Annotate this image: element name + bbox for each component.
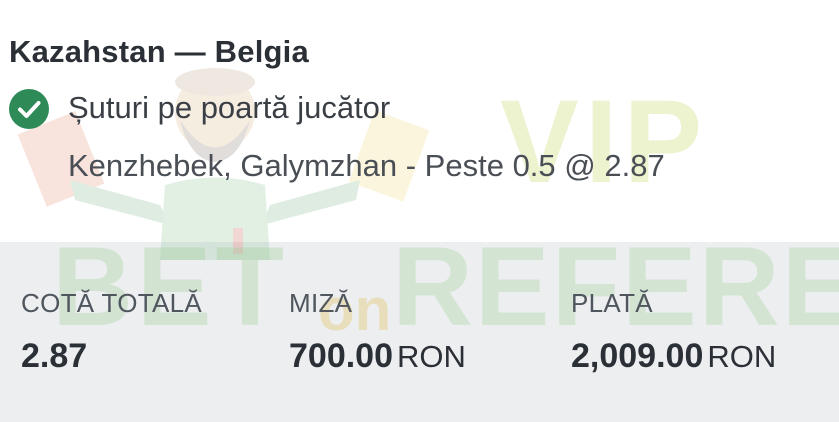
- check-circle-icon: [9, 89, 49, 129]
- bet-slip-card: VIP BET on REFEREE Kazahstan — Belgia Șu…: [0, 0, 839, 422]
- stake-amount: 700.00: [289, 337, 393, 375]
- stake-label: MIZĂ: [289, 288, 353, 318]
- payout-label: PLATĂ: [571, 288, 653, 318]
- payout-amount: 2,009.00: [571, 337, 704, 375]
- payout-currency: RON: [707, 339, 777, 374]
- bet-summary-section: [0, 242, 839, 422]
- total-odds-value: 2.87: [21, 337, 87, 376]
- bet-selection: Kenzhebek, Galymzhan - Peste 0.5 @ 2.87: [68, 148, 665, 183]
- stake-value: 700.00 RON: [289, 337, 466, 376]
- total-odds-number: 2.87: [21, 337, 88, 375]
- stake-currency: RON: [397, 339, 466, 374]
- match-title: Kazahstan — Belgia: [9, 34, 309, 69]
- payout-value: 2,009.00 RON: [571, 337, 776, 376]
- bet-market: Șuturi pe poartă jucător: [68, 90, 391, 125]
- total-odds-label: COTĂ TOTALĂ: [21, 288, 203, 318]
